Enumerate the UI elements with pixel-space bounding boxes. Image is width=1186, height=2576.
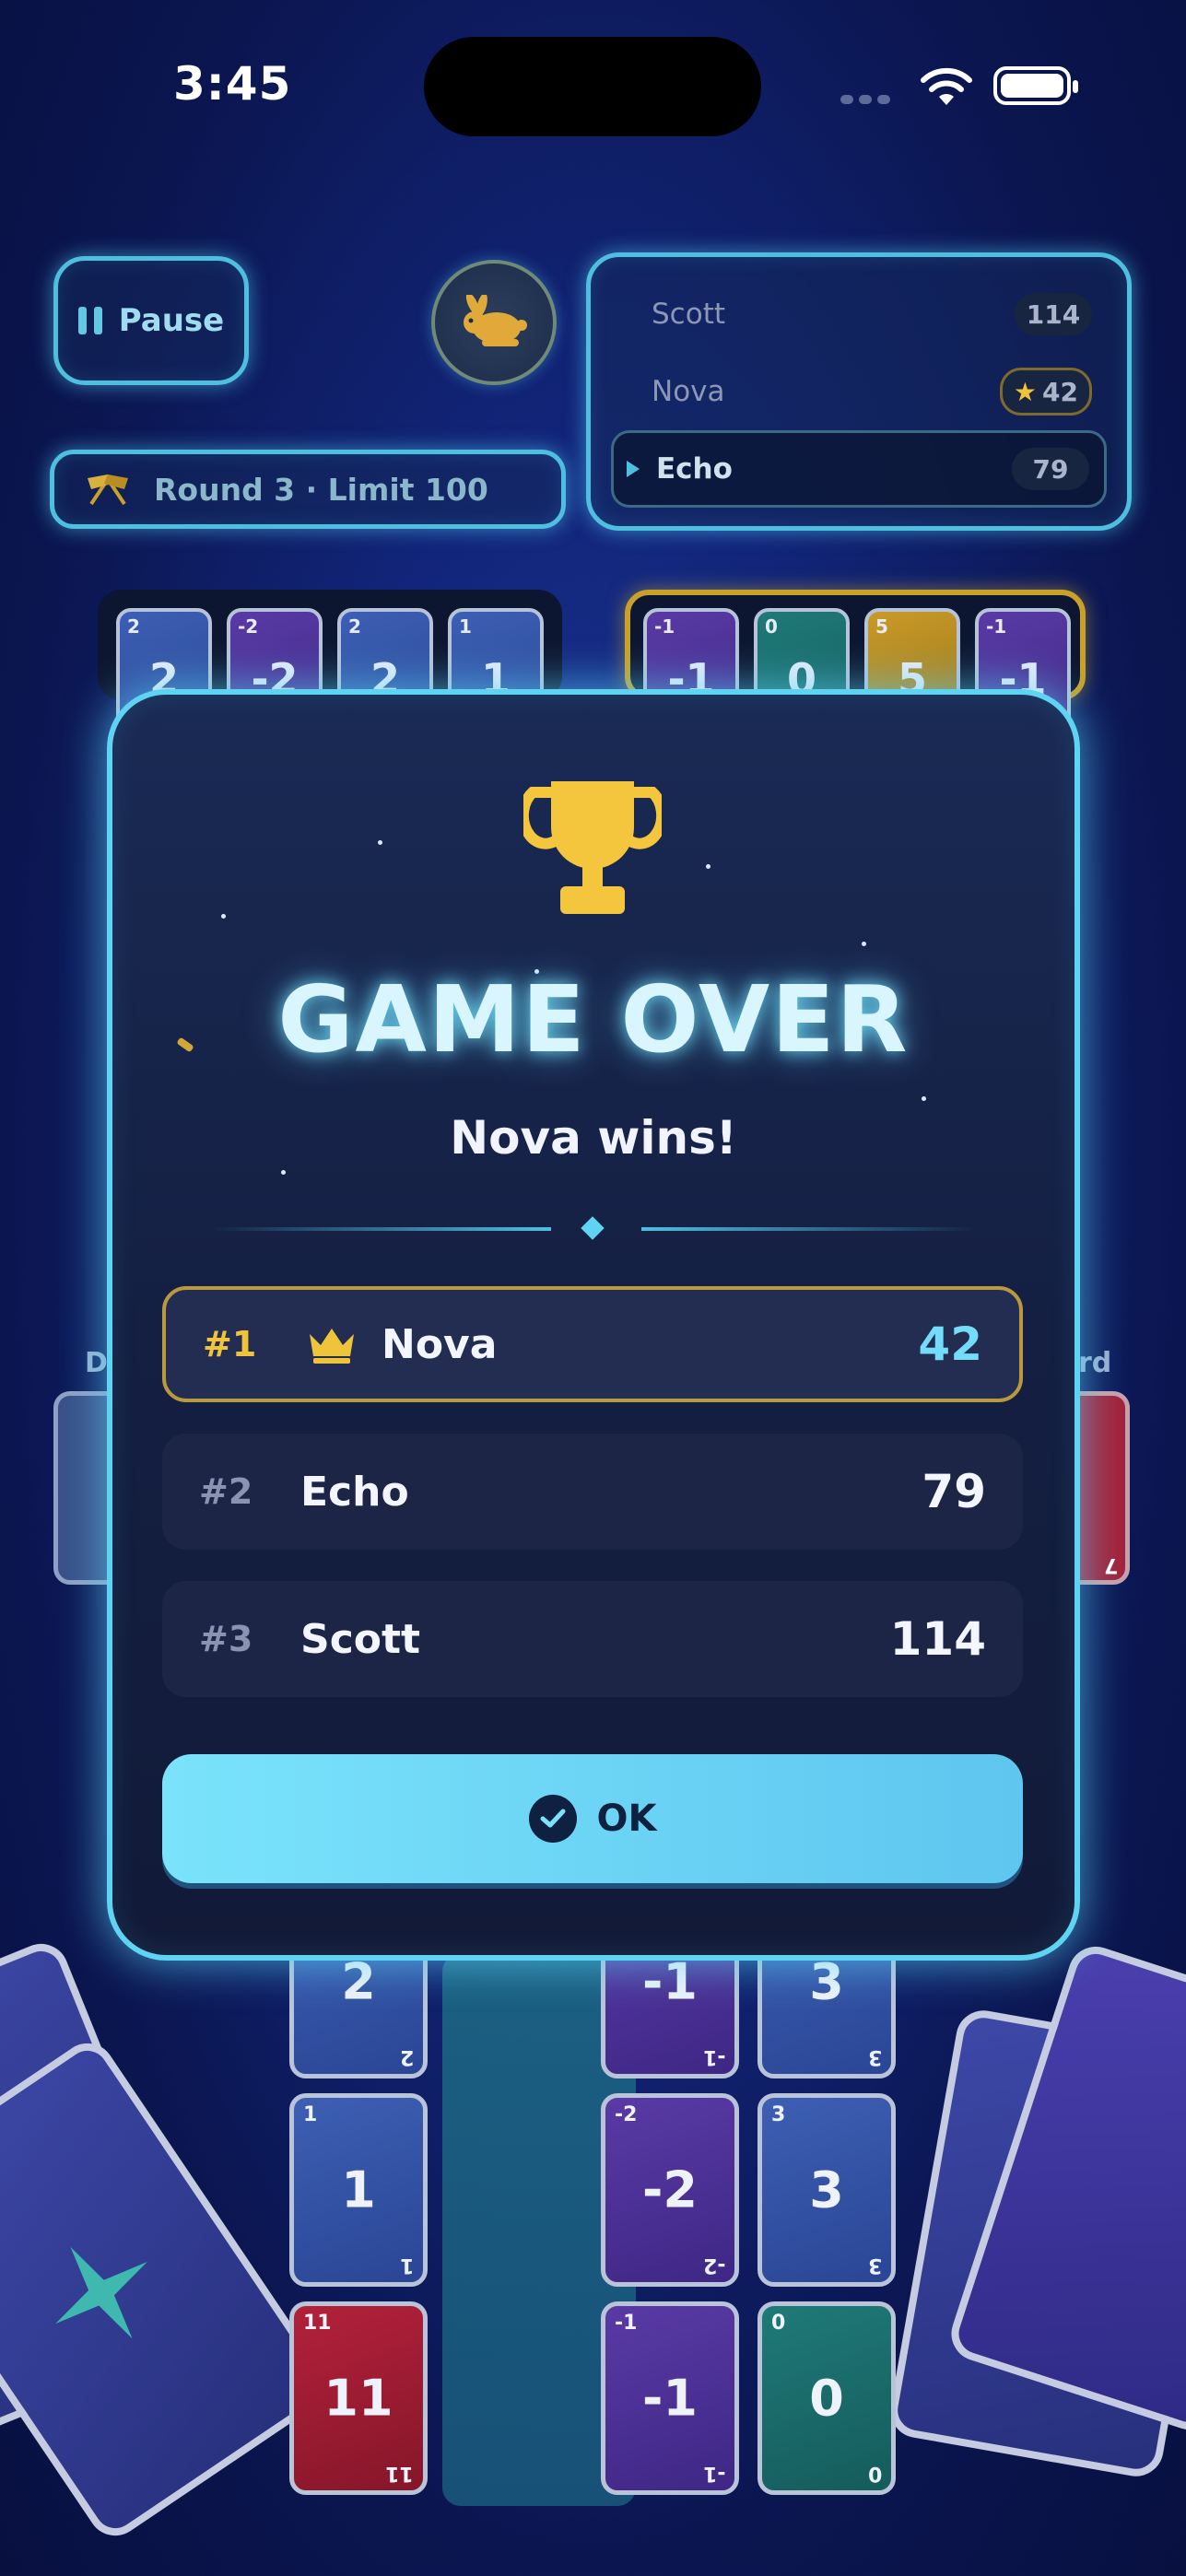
battery-icon [993,66,1078,105]
rank-number: #2 [199,1471,253,1512]
status-time: 3:45 [173,57,292,111]
fan-card [0,2032,337,2547]
pause-icon [77,307,102,334]
round-indicator: Round 3 · Limit 100 [50,450,566,529]
rank-number: #3 [199,1619,253,1659]
card[interactable]: -1 -1 -1 [601,2301,739,2495]
ok-button[interactable]: OK [162,1754,1023,1883]
score-row-active: Echo 79 [611,430,1107,508]
pause-button[interactable]: Pause [53,256,249,385]
current-turn-icon [627,461,640,477]
rabbit-icon [464,295,527,346]
discard-label: rd [1078,1347,1112,1379]
sparkle-icon [55,2246,147,2339]
wifi-icon [921,67,972,105]
round-label: Round 3 · Limit 100 [154,471,488,508]
score-player-name: Echo [656,452,733,486]
rank-score: 42 [918,1317,982,1371]
score-player-name: Nova [652,375,725,408]
rank-score: 114 [889,1612,986,1666]
crossed-flags-icon [88,474,128,506]
card[interactable]: 111 [289,2093,428,2287]
discard-card-value: 7 [1103,1553,1118,1576]
score-value: 114 [1015,293,1092,335]
card[interactable]: 333 [757,2093,896,2287]
deck-label: D [85,1347,108,1379]
score-value: 79 [1012,448,1089,490]
winner-subtitle: Nova wins! [450,1111,737,1165]
divider [641,1227,979,1231]
score-number: 42 [1042,376,1078,407]
rank-number: #1 [203,1324,257,1364]
divider [210,1227,551,1231]
rank-score: 79 [922,1465,986,1518]
rank-player-name: Nova [382,1320,498,1368]
rank-player-name: Echo [300,1468,409,1516]
score-number: 114 [1026,299,1081,330]
score-player-name: Scott [652,298,725,331]
trophy-icon [523,781,662,914]
card[interactable]: 11 11 11 [289,2301,428,2495]
card[interactable]: 000 [757,2301,896,2495]
scoreboard: Scott 114 Nova ★ 42 Echo 79 [586,252,1132,531]
ranking-row-2: #2 Echo 79 [162,1434,1023,1550]
ranking-row-3: #3 Scott 114 [162,1581,1023,1697]
score-row: Nova ★ 42 [611,353,1107,430]
dynamic-island [424,37,761,136]
score-number: 79 [1032,453,1069,485]
score-row: Scott 114 [611,275,1107,353]
star-icon: ★ [1013,376,1038,407]
checkmark-icon [528,1795,577,1843]
crown-icon [310,1329,354,1364]
card[interactable]: -2 -2 -2 [601,2093,739,2287]
ranking-row-1: #1 Nova 42 [162,1286,1023,1402]
ok-label: OK [596,1797,657,1840]
score-value: ★ 42 [999,368,1092,416]
pause-label: Pause [118,302,225,339]
game-over-title: GAME OVER [277,966,910,1073]
speed-button[interactable] [431,260,557,385]
rank-player-name: Scott [300,1615,421,1663]
signal-icon [840,90,912,104]
